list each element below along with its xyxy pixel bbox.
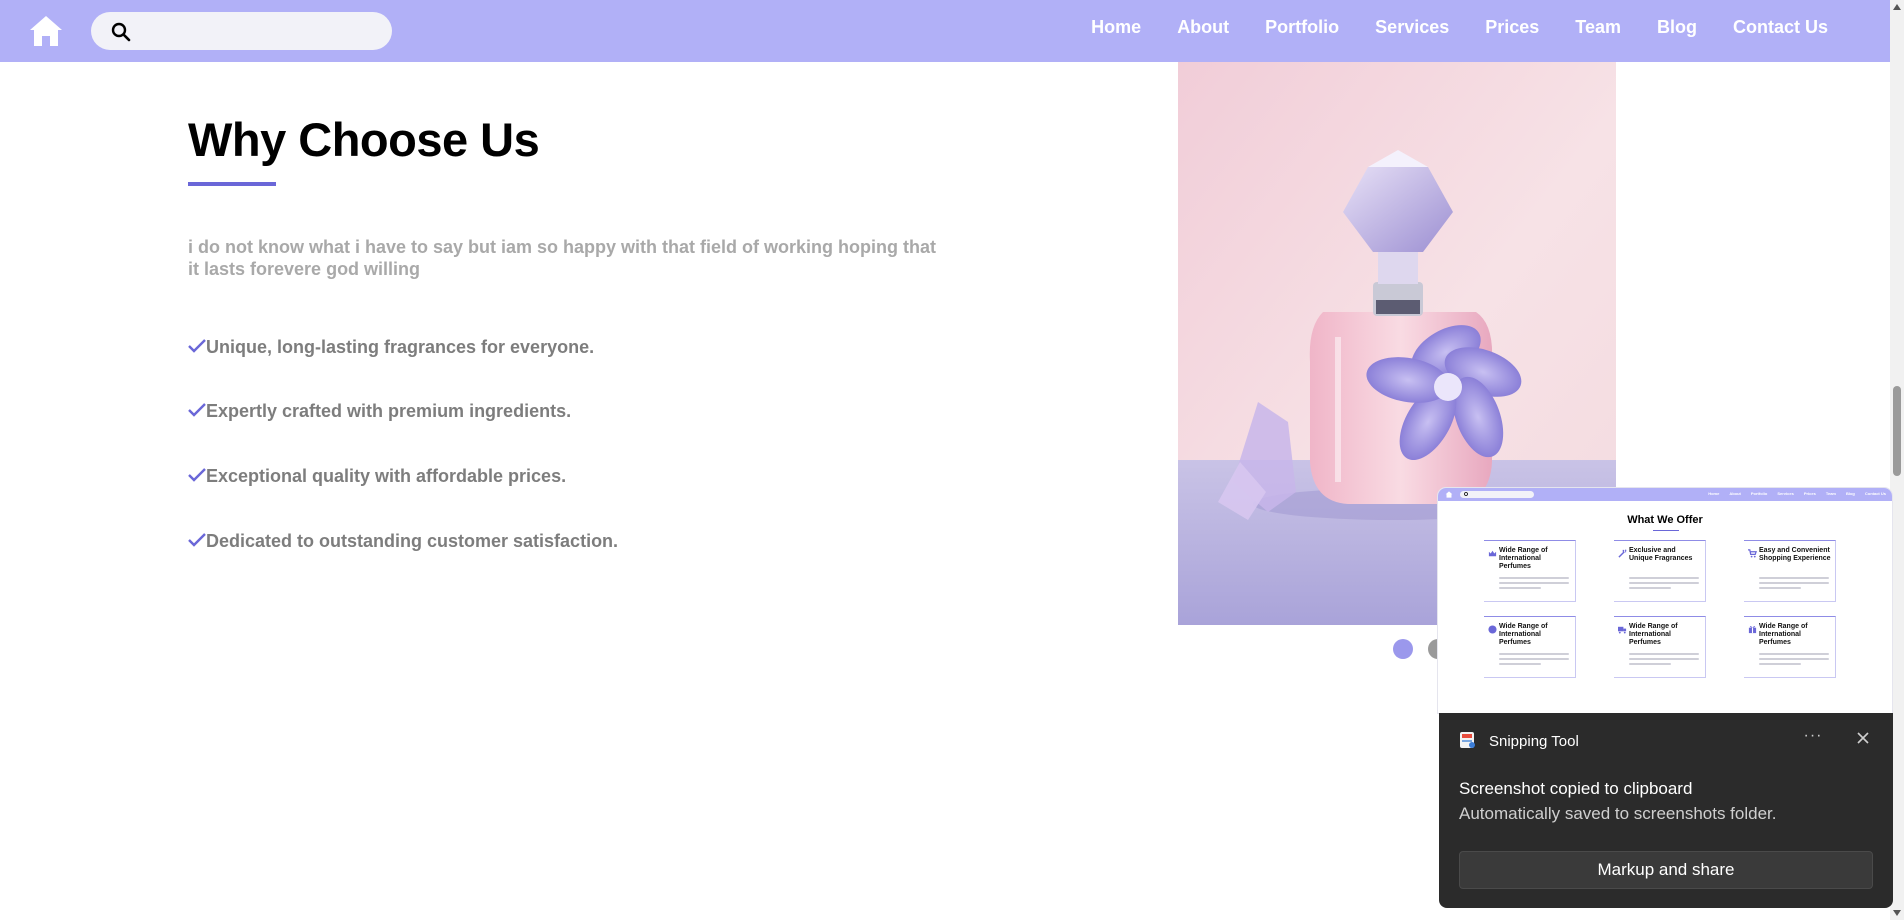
thumbnail-card: Wide Range of International Perfumes [1484,540,1576,602]
feature-text: Unique, long-lasting fragrances for ever… [206,337,595,357]
home-icon[interactable] [28,14,64,48]
card-title: Easy and Convenient Shopping Experience [1759,547,1831,562]
scroll-thumb[interactable] [1893,386,1901,476]
nav-links: Home About Portfolio Services Prices Tea… [1091,0,1828,54]
section-title: Why Choose Us [188,113,540,166]
truck-icon [1618,626,1627,634]
thumbnail-nav-link: Services [1777,491,1794,496]
card-title: Wide Range of International Perfumes [1759,623,1808,646]
home-icon [1445,491,1453,498]
card-text-lines [1759,653,1829,668]
gift-icon [1748,626,1757,634]
card-text-lines [1629,653,1699,668]
top-navbar: Home About Portfolio Services Prices Tea… [0,0,1890,62]
thumbnail-card: Wide Range of International Perfumes [1744,616,1836,678]
close-icon[interactable] [1852,727,1874,749]
crown-icon [1488,550,1497,557]
search-bar[interactable] [91,12,392,50]
thumbnail-navbar: Home About Portfolio Services Prices Tea… [1438,488,1892,501]
thumbnail-nav-link: Home [1708,491,1720,496]
scroll-up-icon[interactable] [1893,4,1901,10]
title-underline [188,182,276,186]
toast-title: Screenshot copied to clipboard [1459,779,1693,798]
feature-item: Exceptional quality with affordable pric… [188,466,566,487]
thumbnail-nav-link: About [1729,491,1741,496]
thumbnail-nav-links: Home About Portfolio Services Prices Tea… [1708,491,1886,496]
snipping-tool-toast: Snipping Tool ··· Screenshot copied to c… [1439,713,1893,908]
search-icon [111,22,131,42]
markup-and-share-button[interactable]: Markup and share [1459,851,1873,889]
feature-item: Dedicated to outstanding customer satisf… [188,531,618,552]
thumbnail-nav-link: Blog [1845,491,1855,496]
card-title: Exclusive and Unique Fragrances [1629,547,1693,562]
nav-link-blog[interactable]: Blog [1657,17,1697,38]
feature-item: Unique, long-lasting fragrances for ever… [188,337,594,358]
section-intro: i do not know what i have to say but iam… [188,237,937,279]
page: Home About Portfolio Services Prices Tea… [0,0,1904,920]
card-text-lines [1499,653,1569,668]
nav-link-services[interactable]: Services [1375,17,1449,38]
check-icon [188,338,206,353]
thumbnail-title: What We Offer [1627,514,1703,526]
nav-link-portfolio[interactable]: Portfolio [1265,17,1339,38]
card-title: Wide Range of International Perfumes [1499,547,1548,570]
scroll-down-icon[interactable] [1893,910,1901,916]
thumbnail-nav-link: Contact Us [1864,491,1886,496]
more-options-icon[interactable]: ··· [1802,727,1824,749]
thumbnail-card: Wide Range of International Perfumes [1614,616,1706,678]
card-title: Wide Range of International Perfumes [1499,623,1548,646]
thumbnail-search [1460,491,1534,498]
feature-text: Exceptional quality with affordable pric… [206,466,567,486]
carousel-dot-1[interactable] [1393,639,1413,659]
card-title: Wide Range of International Perfumes [1629,623,1678,646]
check-icon [188,532,206,547]
feature-item: Expertly crafted with premium ingredient… [188,401,571,422]
toast-app-name: Snipping Tool [1489,733,1579,750]
cart-icon [1748,549,1757,558]
thumbnail-nav-link: Team [1825,491,1836,496]
check-icon [188,402,206,417]
snipping-tool-icon [1460,732,1475,748]
nav-link-contact[interactable]: Contact Us [1733,17,1828,38]
nav-link-team[interactable]: Team [1575,17,1621,38]
search-input[interactable] [139,18,379,44]
feature-text: Dedicated to outstanding customer satisf… [206,531,619,551]
thumbnail-nav-link: Portfolio [1750,491,1768,496]
card-text-lines [1759,577,1829,592]
wand-icon [1618,549,1627,558]
thumbnail-card: Wide Range of International Perfumes [1484,616,1576,678]
circle-icon [1488,625,1497,634]
nav-link-about[interactable]: About [1177,17,1229,38]
thumbnail-nav-link: Prices [1803,491,1816,496]
feature-text: Expertly crafted with premium ingredient… [206,401,572,421]
nav-link-home[interactable]: Home [1091,17,1141,38]
thumbnail-title-underline [1653,530,1679,531]
search-icon [1464,492,1468,496]
toast-subtitle: Automatically saved to screenshots folde… [1459,804,1777,823]
check-icon [188,467,206,482]
card-text-lines [1499,577,1569,592]
screenshot-thumbnail[interactable]: Home About Portfolio Services Prices Tea… [1438,488,1892,713]
nav-link-prices[interactable]: Prices [1485,17,1539,38]
thumbnail-card: Exclusive and Unique Fragrances [1614,540,1706,602]
thumbnail-card: Easy and Convenient Shopping Experience [1744,540,1836,602]
card-text-lines [1629,577,1699,592]
